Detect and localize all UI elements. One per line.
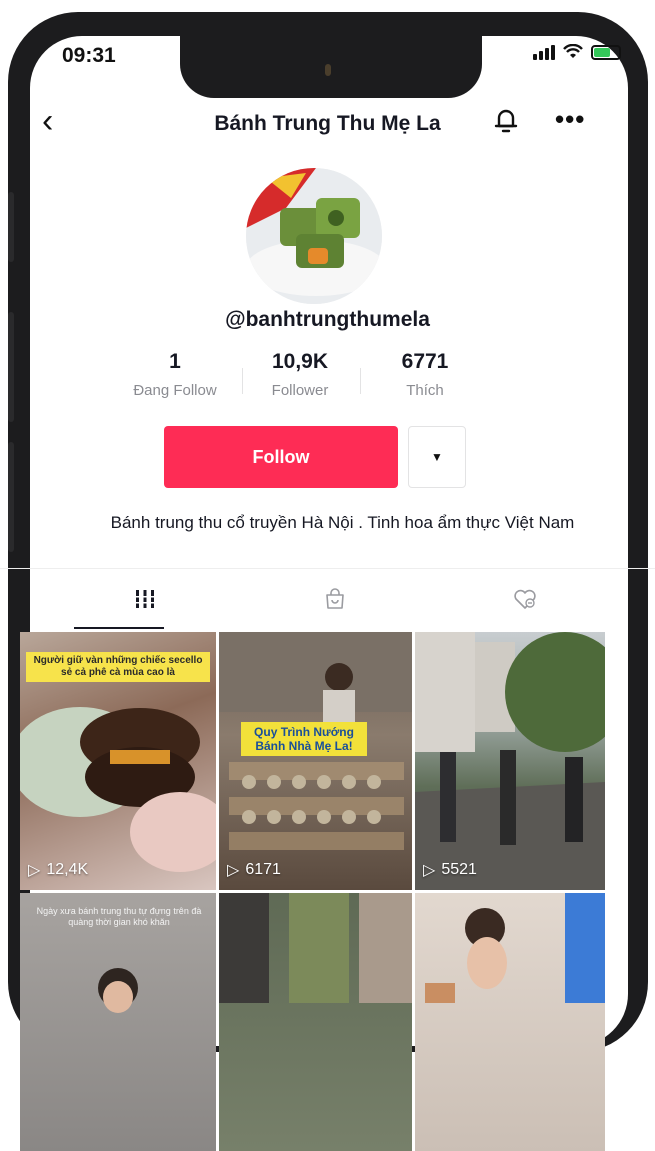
- kitchen-image: [219, 893, 412, 1003]
- wifi-icon: [563, 44, 583, 58]
- view-count: ▷ 6171: [227, 860, 281, 880]
- play-icon: ▷: [28, 862, 41, 879]
- follow-button[interactable]: Follow: [164, 426, 398, 488]
- stat-likes[interactable]: 6771 Thích: [370, 350, 480, 399]
- video-caption: Quy Trình Nướng Bánh Nhà Mẹ La!: [241, 722, 367, 756]
- baking-trays-image: [219, 632, 412, 850]
- more-options-icon[interactable]: •••: [555, 104, 585, 135]
- stat-following[interactable]: 1 Đang Follow: [120, 350, 230, 399]
- profile-handle: @banhtrungthumela: [225, 308, 430, 331]
- tab-videos[interactable]: [50, 569, 240, 629]
- stat-likes-value: 6771: [401, 350, 449, 373]
- avatar-image: [246, 168, 382, 304]
- profile-stats: 1 Đang Follow 10,9K Follower 6771 Thích: [120, 350, 480, 399]
- status-time: 09:31: [62, 44, 116, 67]
- stat-likes-label: Thích: [406, 382, 444, 399]
- video-thumbnail[interactable]: [219, 893, 412, 1151]
- profile-bio: Bánh trung thu cổ truyền Hà Nội . Tinh h…: [110, 513, 575, 532]
- stat-followers[interactable]: 10,9K Follower: [245, 350, 355, 399]
- active-tab-indicator: [74, 627, 164, 629]
- notch: [180, 36, 482, 98]
- view-count: ▷ 12,4K: [28, 860, 88, 880]
- bell-icon[interactable]: [490, 104, 522, 136]
- stat-followers-value: 10,9K: [271, 350, 329, 373]
- video-caption: Người giữ vàn những chiếc secello sẻ cả …: [26, 652, 210, 682]
- person-image: [98, 968, 138, 1013]
- stat-following-value: 1: [169, 350, 181, 373]
- view-count-value: 12,4K: [46, 861, 89, 878]
- play-icon: ▷: [423, 862, 436, 879]
- grid-icon: [134, 590, 156, 608]
- caret-down-icon: ▼: [431, 450, 443, 464]
- video-caption: Ngày xưa bánh trung thu tự đựng trên đà …: [36, 906, 202, 927]
- suggested-accounts-button[interactable]: ▼: [408, 426, 466, 488]
- video-thumbnail[interactable]: Người giữ vàn những chiếc secello sẻ cả …: [20, 632, 216, 890]
- view-count: ▷ 5521: [423, 860, 477, 880]
- stat-following-label: Đang Follow: [133, 382, 217, 399]
- stat-divider: [360, 368, 361, 394]
- stat-divider: [242, 368, 243, 394]
- view-count-value: 6171: [245, 861, 281, 878]
- stat-followers-label: Follower: [271, 382, 329, 399]
- video-thumbnail[interactable]: ▷ 5521: [415, 632, 605, 890]
- avatar[interactable]: [246, 168, 382, 304]
- video-grid: Người giữ vàn những chiếc secello sẻ cả …: [20, 632, 605, 1151]
- street-image: [415, 632, 605, 890]
- play-icon: ▷: [227, 862, 240, 879]
- video-thumbnail[interactable]: Ngày xưa bánh trung thu tự đựng trên đà …: [20, 893, 216, 1151]
- view-count-value: 5521: [441, 861, 477, 878]
- liked-videos-icon: [514, 589, 536, 609]
- signal-icon: [533, 44, 555, 60]
- video-thumbnail[interactable]: [415, 893, 605, 1151]
- mute-switch: [8, 192, 14, 262]
- tab-liked[interactable]: [430, 569, 620, 629]
- profile-tabs: [0, 568, 655, 629]
- status-icons: [533, 44, 621, 60]
- shopping-bag-icon: [326, 588, 344, 609]
- battery-icon: [591, 44, 621, 60]
- volume-down-button: [8, 442, 14, 552]
- tab-shop[interactable]: [240, 569, 430, 629]
- video-thumbnail[interactable]: Quy Trình Nướng Bánh Nhà Mẹ La! ▷ 6171: [219, 632, 412, 890]
- woman-image: [425, 893, 605, 1003]
